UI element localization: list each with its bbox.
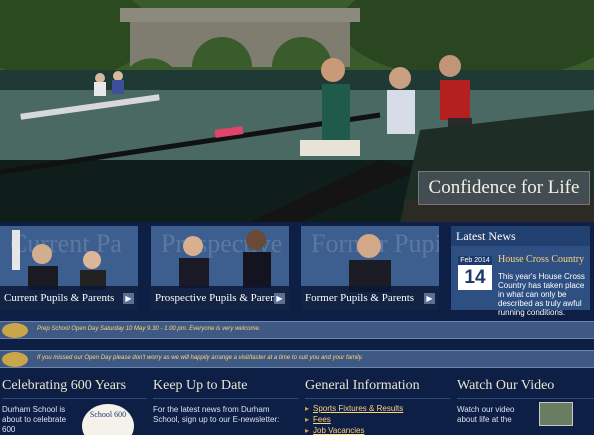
- column-video: Watch Our Video Watch our video about li…: [457, 378, 594, 426]
- visit-banner[interactable]: If you missed our Open Day please don't …: [0, 350, 594, 368]
- school-crest-icon: [2, 323, 28, 338]
- video-thumbnail[interactable]: [539, 402, 573, 426]
- news-text: This year's House Cross Country has take…: [498, 272, 585, 317]
- news-date-badge: Feb 2014 14: [458, 256, 492, 290]
- banner-message: Prep School Open Day Saturday 10 May 9.3…: [37, 326, 261, 332]
- open-day-banner[interactable]: Prep School Open Day Saturday 10 May 9.3…: [0, 321, 594, 339]
- column-general-info: General Information Sports Fixtures & Re…: [305, 378, 450, 435]
- arrow-right-icon[interactable]: ▶: [424, 293, 435, 304]
- column-celebrating: Celebrating 600 Years Durham School is a…: [2, 378, 147, 435]
- tile-current-pupils[interactable]: Current Pa Current Pupils & Parents ▶: [0, 226, 138, 310]
- link-fees[interactable]: Fees: [305, 414, 450, 425]
- hero-tagline: Confidence for Life: [418, 171, 590, 205]
- tile-label: Former Pupils & Parents: [301, 286, 439, 310]
- news-title[interactable]: House Cross Country: [498, 254, 584, 265]
- column-title: Celebrating 600 Years: [2, 378, 147, 399]
- column-text: Watch our video about life at the: [457, 405, 515, 424]
- tile-prospective-pupils[interactable]: Prospective Prospective Pupils & Parents…: [151, 226, 289, 310]
- school-crest-icon: [2, 352, 28, 367]
- arrow-right-icon[interactable]: ▶: [274, 293, 285, 304]
- news-day: 14: [464, 267, 486, 288]
- column-keep-up: Keep Up to Date For the latest news from…: [153, 378, 298, 425]
- latest-news-panel[interactable]: Latest News Feb 2014 14 House Cross Coun…: [451, 226, 590, 317]
- info-columns: Celebrating 600 Years Durham School is a…: [0, 378, 594, 435]
- 600-years-badge[interactable]: School 600: [82, 404, 134, 435]
- banner-message: If you missed our Open Day please don't …: [37, 355, 363, 361]
- arrow-right-icon[interactable]: ▶: [123, 293, 134, 304]
- general-links: Sports Fixtures & Results Fees Job Vacan…: [305, 403, 450, 435]
- column-title: Watch Our Video: [457, 378, 594, 399]
- column-title: General Information: [305, 378, 450, 399]
- tile-former-pupils[interactable]: Former Pupils & Former Pupils & Parents …: [301, 226, 439, 310]
- tile-label: Current Pupils & Parents: [0, 286, 138, 310]
- news-header: Latest News: [451, 226, 590, 246]
- column-text: For the latest news from Durham School, …: [153, 405, 280, 424]
- tile-label: Prospective Pupils & Parents: [151, 286, 289, 310]
- link-job-vacancies[interactable]: Job Vacancies: [305, 425, 450, 435]
- hero-banner: Confidence for Life: [0, 0, 594, 222]
- column-text: Durham School is about to celebrate 600: [2, 405, 67, 434]
- column-title: Keep Up to Date: [153, 378, 298, 399]
- news-month: Feb 2014: [458, 256, 492, 265]
- audience-tiles: Current Pa Current Pupils & Parents ▶ Pr…: [0, 222, 594, 317]
- link-sports-fixtures[interactable]: Sports Fixtures & Results: [305, 403, 450, 414]
